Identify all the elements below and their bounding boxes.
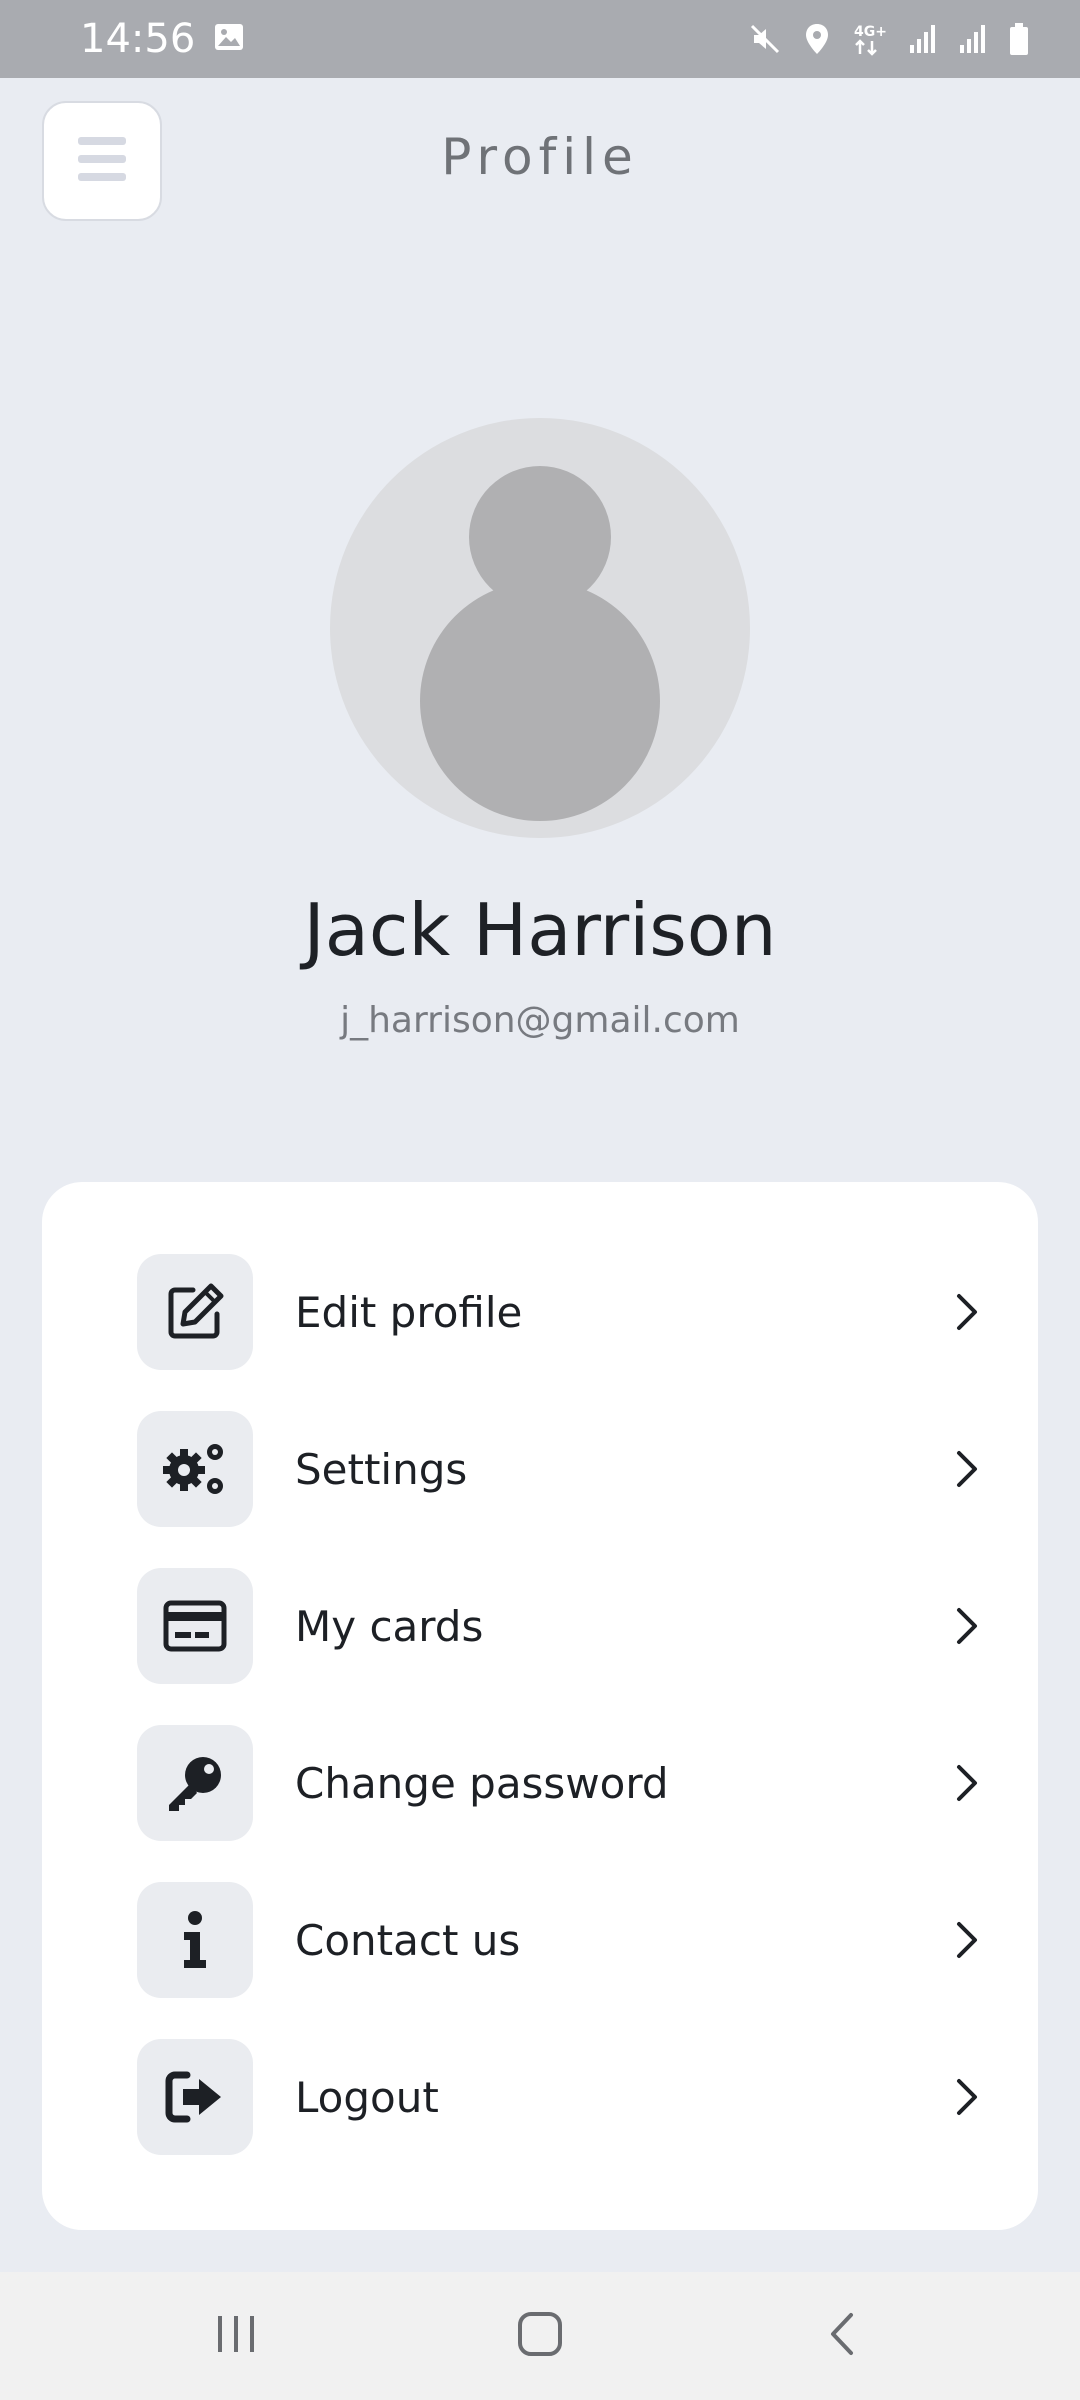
home-button[interactable] [500, 2304, 580, 2368]
system-nav-bar [0, 2272, 1080, 2400]
status-right: 4G+ [748, 21, 1030, 57]
menu-item-edit-profile[interactable]: Edit profile [137, 1254, 987, 1370]
info-icon [137, 1882, 253, 1998]
svg-text:4G+: 4G+ [854, 24, 887, 40]
location-icon [802, 22, 832, 56]
signal-icon [958, 23, 988, 55]
menu-item-label: Settings [295, 1444, 468, 1494]
menu-item-label: My cards [295, 1601, 484, 1651]
menu-item-label: Contact us [295, 1915, 521, 1965]
logout-icon [137, 2039, 253, 2155]
back-button[interactable] [802, 2304, 882, 2368]
user-email: j_harrison@gmail.com [340, 1000, 740, 1041]
menu-item-contact-us[interactable]: Contact us [137, 1882, 987, 1998]
4g-icon: 4G+ [852, 21, 888, 57]
edit-icon [137, 1254, 253, 1370]
chevron-right-icon [947, 2077, 987, 2117]
battery-icon [1008, 22, 1030, 56]
avatar-body [420, 581, 660, 821]
recents-button[interactable] [196, 2304, 276, 2368]
credit-card-icon [137, 1568, 253, 1684]
back-icon [827, 2311, 857, 2362]
gears-icon [137, 1411, 253, 1527]
menu-item-my-cards[interactable]: My cards [137, 1568, 987, 1684]
status-left: 14:56 [80, 16, 245, 62]
avatar [330, 418, 750, 838]
status-bar: 14:56 4G+ [0, 0, 1080, 78]
chevron-right-icon [947, 1763, 987, 1803]
key-icon [137, 1725, 253, 1841]
status-time: 14:56 [80, 16, 196, 62]
profile-menu-card: Edit profile Settings My cards Change pa… [42, 1182, 1038, 2230]
avatar-head [469, 466, 611, 608]
chevron-right-icon [947, 1606, 987, 1646]
signal-icon [908, 23, 938, 55]
menu-item-settings[interactable]: Settings [137, 1411, 987, 1527]
menu-item-label: Edit profile [295, 1287, 523, 1337]
menu-item-label: Change password [295, 1758, 669, 1808]
user-name: Jack Harrison [303, 888, 777, 972]
menu-item-label: Logout [295, 2072, 439, 2122]
mute-icon [748, 22, 782, 56]
menu-item-change-password[interactable]: Change password [137, 1725, 987, 1841]
chevron-right-icon [947, 1449, 987, 1489]
menu-item-logout[interactable]: Logout [137, 2039, 987, 2155]
chevron-right-icon [947, 1920, 987, 1960]
page-title: Profile [441, 128, 639, 186]
recents-icon [214, 2314, 258, 2359]
gallery-icon [213, 21, 245, 58]
chevron-right-icon [947, 1292, 987, 1332]
home-icon [516, 2310, 564, 2363]
